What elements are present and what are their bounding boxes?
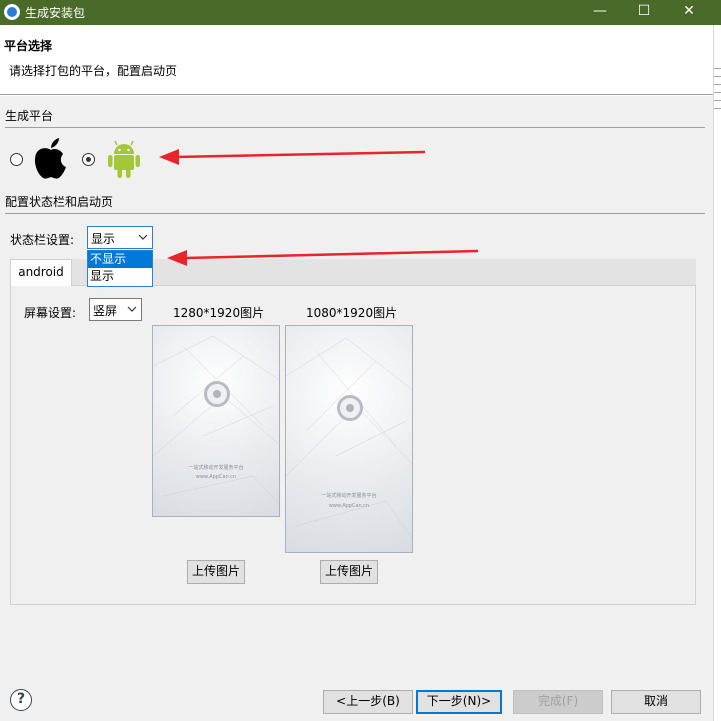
app-icon: [4, 4, 20, 20]
statusbar-select-value: 显示: [91, 232, 116, 246]
chevron-down-icon: [138, 234, 148, 240]
tab-android[interactable]: android: [10, 259, 72, 286]
window-title: 生成安装包: [25, 6, 86, 20]
platform-group-label: 生成平台: [5, 109, 54, 123]
background-window-edge: [713, 25, 721, 721]
appcan-logo-icon: [204, 381, 230, 407]
finish-button[interactable]: 完成(F): [513, 690, 603, 714]
splash-site: www.AppCan.cn: [328, 503, 370, 509]
splash-slogan: 一站式移动开发服务平台: [321, 493, 377, 499]
title-bar: 生成安装包 — ☐ ✕: [0, 0, 721, 25]
image-caption-1280: 1280*1920图片: [173, 306, 265, 320]
screen-select-value: 竖屏: [93, 304, 118, 318]
screen-select[interactable]: 竖屏: [89, 298, 142, 321]
wizard-header: 平台选择 请选择打包的平台，配置启动页: [0, 25, 713, 95]
help-icon[interactable]: ?: [10, 689, 32, 711]
next-button[interactable]: 下一步(N)>: [416, 690, 502, 714]
config-separator: [5, 213, 705, 214]
close-button[interactable]: ✕: [667, 0, 711, 25]
android-icon[interactable]: [107, 140, 141, 180]
image-caption-1080: 1080*1920图片: [306, 306, 398, 320]
back-button[interactable]: <上一步(B): [323, 690, 413, 714]
annotation-arrow: [167, 249, 479, 266]
statusbar-select[interactable]: 显示: [87, 226, 153, 249]
maximize-button[interactable]: ☐: [622, 0, 666, 25]
screen-label: 屏幕设置:: [24, 306, 77, 320]
statusbar-dropdown-list: 不显示 显示: [87, 250, 153, 287]
minimize-button[interactable]: —: [578, 0, 622, 25]
cancel-button[interactable]: 取消: [611, 690, 701, 714]
upload-button-1280[interactable]: 上传图片: [187, 560, 245, 584]
chevron-down-icon: [127, 306, 137, 312]
appcan-logo-icon: [337, 395, 363, 421]
splash-preview-1280: 一站式移动开发服务平台 www.AppCan.cn: [152, 325, 280, 517]
splash-site: www.AppCan.cn: [195, 474, 237, 480]
config-group-label: 配置状态栏和启动页: [5, 195, 114, 209]
splash-preview-1080: 一站式移动开发服务平台 www.AppCan.cn: [285, 325, 413, 553]
annotation-arrow: [159, 149, 426, 165]
page-title: 平台选择: [4, 39, 53, 53]
android-radio[interactable]: [82, 153, 95, 166]
statusbar-option-hide[interactable]: 不显示: [88, 251, 152, 268]
apple-icon[interactable]: [33, 137, 69, 181]
upload-button-1080[interactable]: 上传图片: [320, 560, 378, 584]
page-subtitle: 请选择打包的平台，配置启动页: [9, 64, 178, 78]
apple-radio[interactable]: [10, 153, 23, 166]
statusbar-label: 状态栏设置:: [10, 233, 75, 247]
statusbar-option-show[interactable]: 显示: [88, 268, 152, 285]
splash-slogan: 一站式移动开发服务平台: [188, 465, 244, 471]
platform-separator: [5, 127, 705, 128]
